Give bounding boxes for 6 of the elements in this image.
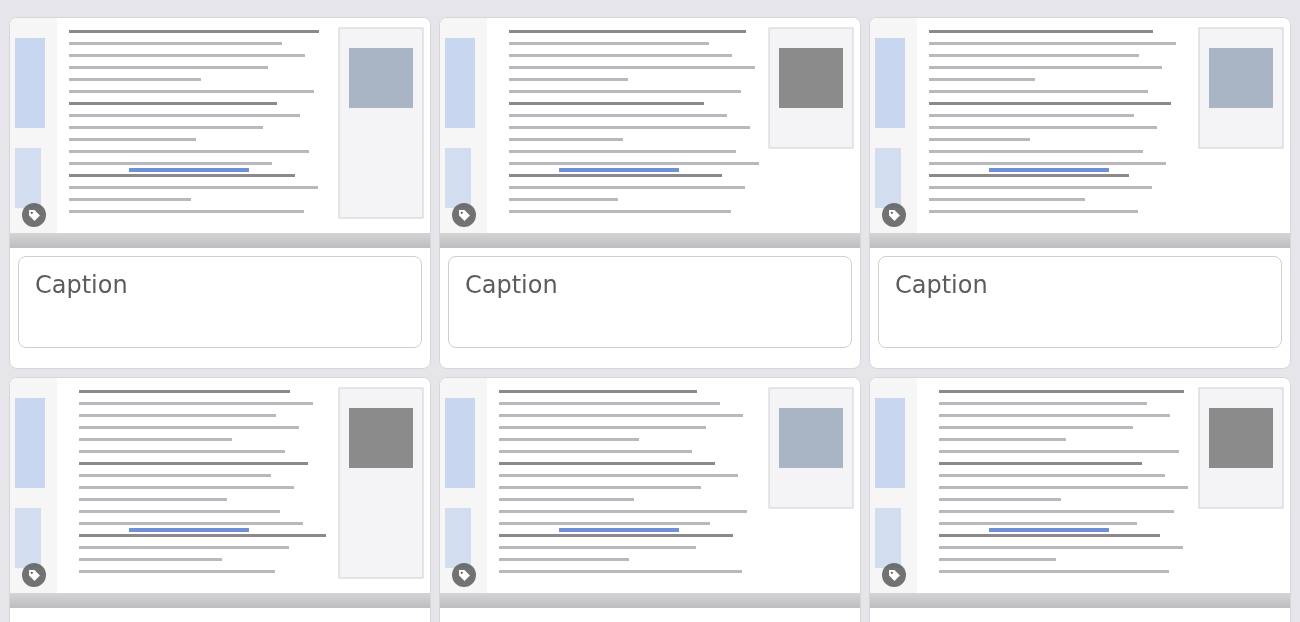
image-card[interactable]: Caption: [9, 17, 431, 369]
caption-field[interactable]: Caption: [18, 256, 422, 348]
caption-field[interactable]: Caption: [448, 256, 852, 348]
image-card[interactable]: Caption: [439, 17, 861, 369]
image-card[interactable]: Caption: [869, 17, 1291, 369]
caption-field[interactable]: Caption: [878, 256, 1282, 348]
